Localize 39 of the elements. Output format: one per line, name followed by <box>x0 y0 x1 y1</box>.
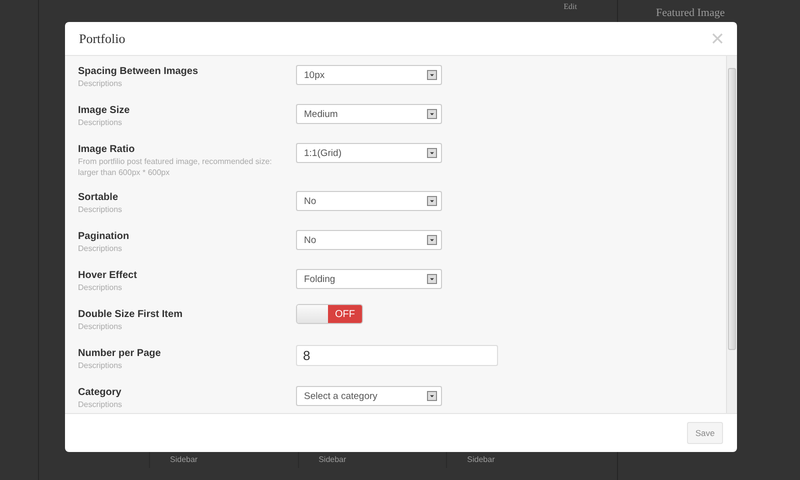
dropdown[interactable]: Medium <box>296 104 442 124</box>
dropdown[interactable]: No <box>296 230 442 250</box>
dropdown[interactable]: Select a category <box>296 386 442 406</box>
close-icon[interactable] <box>712 33 723 44</box>
field-description: Descriptions <box>78 399 124 410</box>
field-label: Hover Effect <box>78 269 138 282</box>
field-description: Descriptions <box>78 321 124 332</box>
dropdown[interactable]: No <box>296 191 442 211</box>
field-label: Sortable <box>78 191 120 204</box>
field-label: Number per Page <box>78 347 162 360</box>
scrollbar[interactable] <box>726 56 737 413</box>
caret-icon <box>427 235 437 245</box>
field-label: Spacing Between Images <box>78 65 200 78</box>
field-label: Double Size First Item <box>78 308 184 321</box>
field-label: Pagination <box>78 230 130 243</box>
caret-icon <box>427 196 437 206</box>
field-description: Descriptions <box>78 282 124 293</box>
panel-title: Featured Image <box>656 7 725 19</box>
field-description: Descriptions <box>78 117 124 128</box>
caret-icon <box>427 391 437 401</box>
edit-link[interactable]: Edit <box>564 2 577 11</box>
dropdown[interactable]: Folding <box>296 269 442 289</box>
field-label: Category <box>78 386 122 399</box>
caret-icon <box>427 70 437 80</box>
dropdown[interactable]: 10px <box>296 65 442 85</box>
field-description: Descriptions <box>78 78 124 89</box>
caret-icon <box>427 109 437 119</box>
field-description: Descriptions <box>78 204 124 215</box>
field-description: Descriptions <box>78 243 124 254</box>
field-description: Descriptions <box>78 360 124 371</box>
caret-icon <box>427 148 437 158</box>
field-label: Image Ratio <box>78 143 136 156</box>
dropdown[interactable]: 1:1(Grid) <box>296 143 442 163</box>
toggle-switch[interactable]: OFF <box>296 304 363 324</box>
caret-icon <box>427 274 437 284</box>
field-label: Image Size <box>78 104 131 117</box>
field-description: From portfilio post featured image, recommended size: larger than 600px * 600px <box>78 156 273 178</box>
number-field[interactable]: 8 <box>296 345 498 366</box>
dialog-title: Portfolio <box>79 30 126 46</box>
